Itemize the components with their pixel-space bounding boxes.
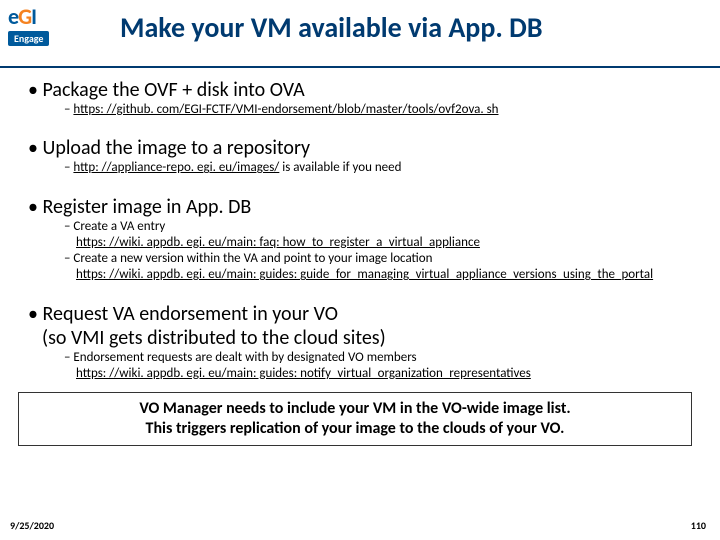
footer-date: 9/25/2020 [10,519,54,532]
logo-text: eGI [8,6,80,28]
bullet-register-sub1-link: https: //wiki. appdb. egi. eu/main: faq:… [76,235,700,251]
callout-box: VO Manager needs to include your VM in t… [18,392,692,446]
link-ovf2ova[interactable]: https: //github. com/EGI-FCTF/VMI-endors… [73,102,498,117]
bullet-register: Register image in App. DB [28,195,700,219]
bullet-package: Package the OVF + disk into OVA [28,78,700,102]
slide-title: Make your VM available via App. DB [120,10,700,45]
bullet-endorse-sub-link: https: //wiki. appdb. egi. eu/main: guid… [76,366,700,382]
logo-subtext: Engage [8,31,49,46]
bullet-package-sub: https: //github. com/EGI-FCTF/VMI-endors… [64,102,700,118]
logo: eGI Engage [8,6,80,47]
link-notify-vo[interactable]: https: //wiki. appdb. egi. eu/main: guid… [76,366,531,381]
bullet-upload-sub: http: //appliance-repo. egi. eu/images/ … [64,160,700,176]
bullet-register-sub1: Create a VA entry [64,219,700,235]
link-register-va[interactable]: https: //wiki. appdb. egi. eu/main: faq:… [76,235,480,250]
content: Package the OVF + disk into OVA https: /… [28,74,700,446]
callout-line2: This triggers replication of your image … [29,419,681,439]
link-appliance-repo[interactable]: http: //appliance-repo. egi. eu/images/ [73,160,279,175]
bullet-register-sub2: Create a new version within the VA and p… [64,251,700,267]
slide: eGI Engage Make your VM available via Ap… [0,0,720,540]
footer-page: 110 [691,519,706,532]
bullet-endorse-line2: (so VMI gets distributed to the cloud si… [42,326,386,350]
bullet-endorse-line1: Request VA endorsement in your VO [42,302,337,326]
bullet-endorse-sub: Endorsement requests are dealt with by d… [64,350,700,366]
bullet-endorse: Request VA endorsement in your VO(so VMI… [28,302,700,350]
bullet-upload: Upload the image to a repository [28,136,700,160]
title-rule [0,66,720,68]
bullet-register-sub2-link: https: //wiki. appdb. egi. eu/main: guid… [76,267,700,283]
callout-line1: VO Manager needs to include your VM in t… [29,399,681,419]
link-manage-versions[interactable]: https: //wiki. appdb. egi. eu/main: guid… [76,267,653,282]
upload-sub-tail: is available if you need [279,160,401,175]
